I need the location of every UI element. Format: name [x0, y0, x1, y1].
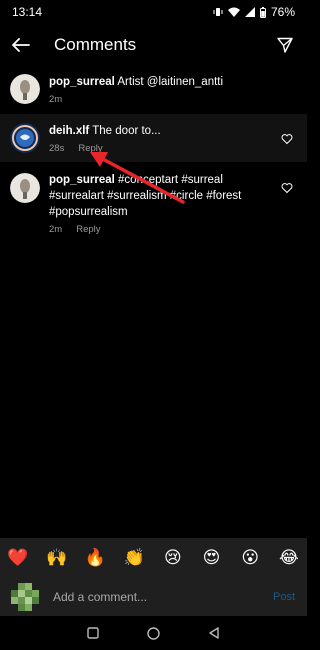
emoji-heart[interactable]: ❤️	[6, 546, 30, 570]
emoji-bar: ❤️ 🙌 🔥 👏 😢 😍 😮 😂	[0, 538, 307, 578]
emoji-clap[interactable]: 👏	[122, 546, 146, 570]
comment-input-bar: Add a comment... Post	[0, 578, 307, 616]
my-avatar	[11, 583, 39, 611]
emoji-surprised[interactable]: 😮	[238, 546, 262, 570]
emoji-fire[interactable]: 🔥	[83, 546, 107, 570]
post-button[interactable]: Post	[273, 591, 295, 603]
emoji-cry[interactable]: 😢	[161, 546, 185, 570]
emoji-raised-hands[interactable]: 🙌	[45, 546, 69, 570]
system-nav-bar	[0, 616, 307, 650]
recents-icon[interactable]	[87, 627, 99, 639]
home-icon[interactable]	[147, 626, 160, 640]
comment-input[interactable]: Add a comment...	[53, 590, 273, 604]
emoji-heart-eyes[interactable]: 😍	[200, 546, 224, 570]
back-nav-icon[interactable]	[208, 627, 220, 639]
emoji-laugh[interactable]: 😂	[277, 546, 301, 570]
